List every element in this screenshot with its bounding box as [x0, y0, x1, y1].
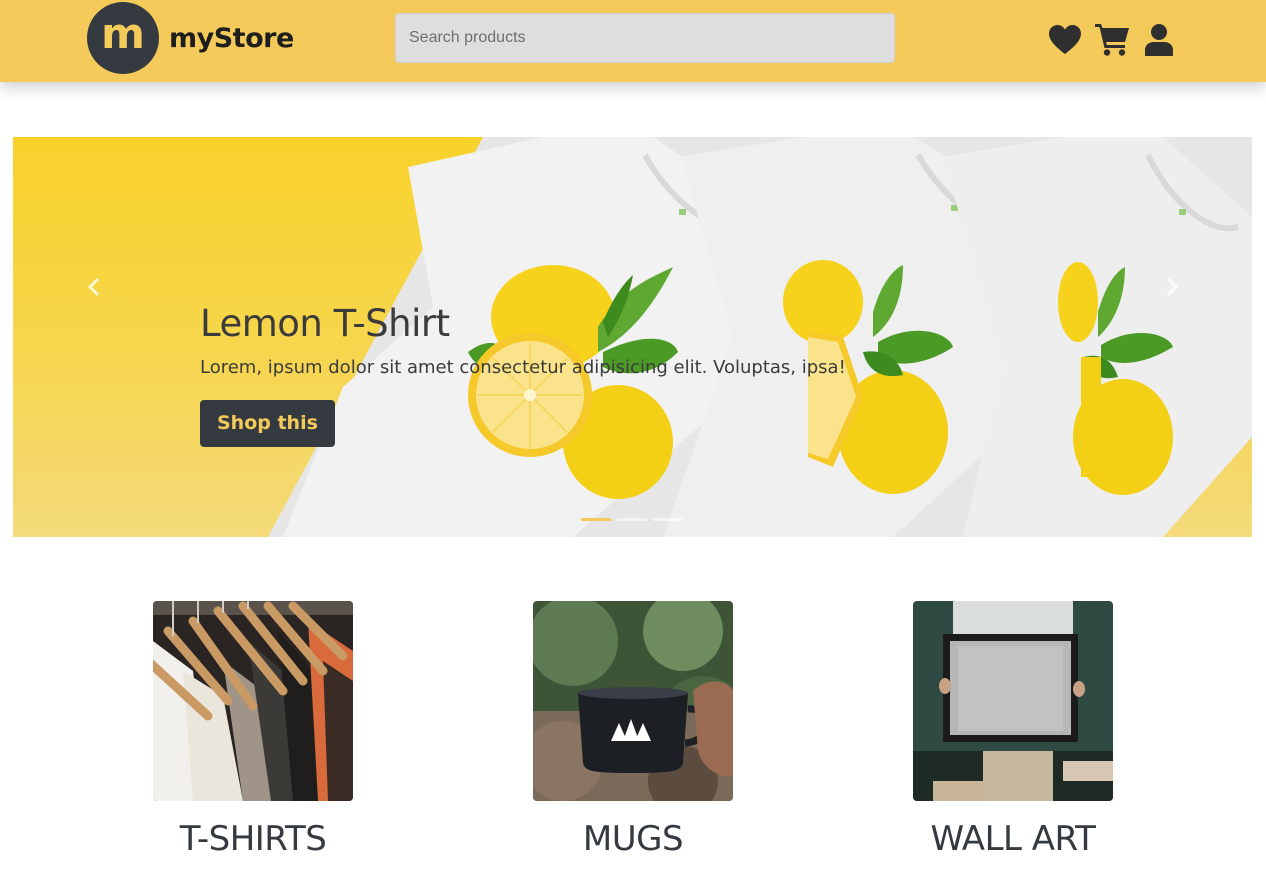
- category-label: T-SHIRTS: [179, 819, 327, 859]
- heart-icon: [1049, 25, 1081, 54]
- carousel-indicator[interactable]: [653, 518, 683, 521]
- category-wall-art[interactable]: WALL ART: [913, 601, 1113, 859]
- category-mugs[interactable]: MUGS: [533, 601, 733, 859]
- search-input[interactable]: [395, 13, 895, 63]
- nav-actions: [1047, 22, 1177, 58]
- shop-this-button[interactable]: Shop this: [200, 400, 335, 447]
- navbar: m myStore: [0, 0, 1266, 82]
- slide-title: Lemon T-Shirt: [200, 302, 450, 345]
- carousel-next-button[interactable]: [1159, 275, 1183, 299]
- category-label: WALL ART: [930, 819, 1096, 859]
- store-name: myStore: [169, 22, 294, 54]
- chevron-right-icon: [1166, 277, 1179, 297]
- category-tshirts[interactable]: T-SHIRTS: [153, 601, 353, 859]
- chevron-left-icon: [87, 277, 100, 297]
- wishlist-button[interactable]: [1047, 22, 1083, 58]
- carousel-indicator[interactable]: [581, 518, 611, 521]
- wall-art-image: [913, 601, 1113, 801]
- account-button[interactable]: [1141, 22, 1177, 58]
- mugs-image: [533, 601, 733, 801]
- hero-carousel: Lemon T-Shirt Lorem, ipsum dolor sit ame…: [13, 137, 1252, 537]
- logo-letter: m: [101, 9, 145, 58]
- cart-icon: [1095, 24, 1129, 56]
- carousel-caption: Lemon T-Shirt Lorem, ipsum dolor sit ame…: [200, 302, 846, 447]
- tshirts-image: [153, 601, 353, 801]
- store-logo: m: [87, 2, 159, 74]
- carousel-indicator[interactable]: [617, 518, 647, 521]
- category-label: MUGS: [582, 819, 684, 859]
- carousel-prev-button[interactable]: [83, 275, 107, 299]
- cart-button[interactable]: [1094, 22, 1130, 58]
- slide-description: Lorem, ipsum dolor sit amet consectetur …: [200, 357, 846, 378]
- user-icon: [1145, 24, 1173, 56]
- brand-link[interactable]: m myStore: [87, 2, 294, 74]
- carousel-indicators: [581, 518, 689, 521]
